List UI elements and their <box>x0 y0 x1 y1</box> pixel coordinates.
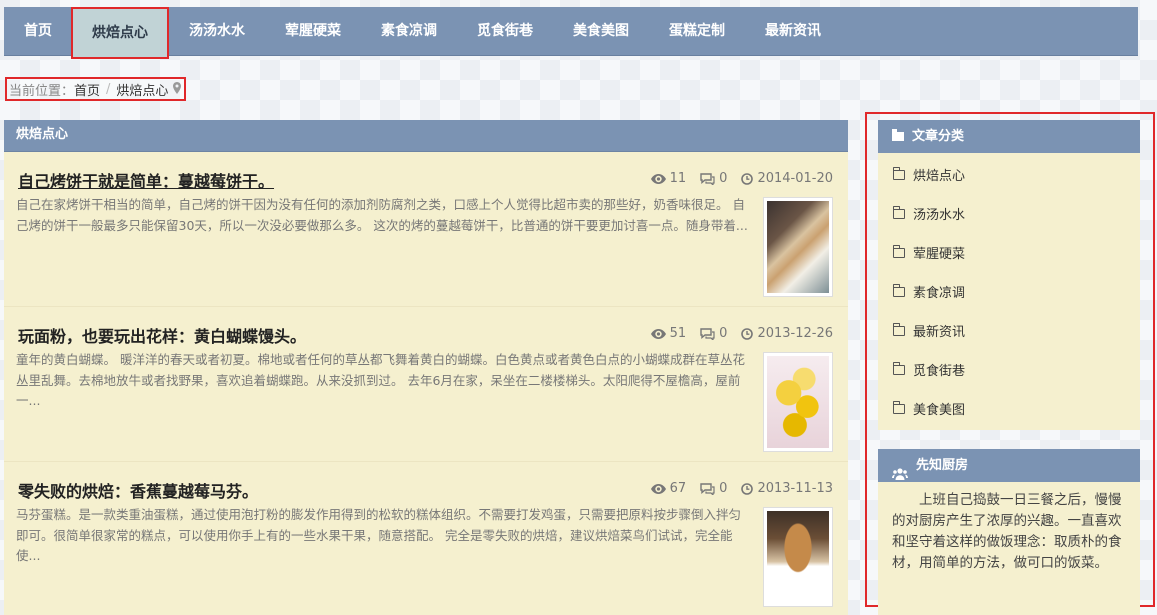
category-label: 荤腥硬菜 <box>913 247 966 262</box>
comments-icon[interactable] <box>700 172 715 185</box>
eye-icon <box>650 173 666 184</box>
category-label: 素食凉调 <box>913 286 966 301</box>
folder-open-icon <box>893 244 905 258</box>
folder-open-icon <box>893 322 905 336</box>
categories-heading: 文章分类 <box>878 120 1140 153</box>
category-label: 汤汤水水 <box>913 208 966 223</box>
nav-item-street-food[interactable]: 觅食街巷 <box>457 7 553 56</box>
categories-title: 文章分类 <box>912 128 965 144</box>
category-label: 最新资讯 <box>913 325 966 340</box>
category-link[interactable]: 最新资讯 <box>878 311 1140 350</box>
post-date: 2014-01-20 <box>757 171 833 186</box>
butterfly-bun-photo <box>767 356 829 448</box>
article-list-panel: 烘焙点心 自己烤饼干就是简单：蔓越莓饼干。 11 0 2014-01-20 自己… <box>4 120 848 615</box>
article-thumbnail[interactable] <box>763 197 833 297</box>
breadcrumb-current[interactable]: 烘焙点心 <box>116 80 168 99</box>
about-title: 先知厨房 <box>916 457 969 473</box>
view-count: 67 <box>669 481 687 496</box>
comment-count: 0 <box>719 326 728 341</box>
category-link[interactable]: 素食凉调 <box>878 272 1140 311</box>
muffin-photo <box>767 511 829 603</box>
article-thumbnail[interactable] <box>763 507 833 607</box>
category-list: 烘焙点心 汤汤水水 荤腥硬菜 素食凉调 最新资讯 觅食街巷 美食美图 <box>878 153 1140 428</box>
clock-icon <box>741 482 754 495</box>
article-summary: 马芬蛋糕。是一款类重油蛋糕，通过使用泡打粉的膨发作用得到的松软的糕体组织。不需要… <box>16 507 742 563</box>
article-meta: 11 0 2014-01-20 <box>650 171 833 186</box>
breadcrumb-separator: / <box>106 81 111 97</box>
panel-heading: 烘焙点心 <box>4 120 848 152</box>
about-text: 上班自己捣鼓一日三餐之后，慢慢的对厨房产生了浓厚的兴趣。一直喜欢和坚守着这样的做… <box>892 492 1122 571</box>
eye-icon <box>650 328 666 339</box>
comment-count: 0 <box>719 481 728 496</box>
folder-icon <box>892 129 904 141</box>
cookie-photo <box>767 201 829 293</box>
comments-icon[interactable] <box>700 482 715 495</box>
categories-panel: 文章分类 烘焙点心 汤汤水水 荤腥硬菜 素食凉调 最新资讯 觅食街巷 美食美图 <box>878 120 1140 430</box>
map-marker-icon <box>173 81 182 97</box>
article-title-link[interactable]: 零失败的烘焙：香蕉蔓越莓马芬。 <box>18 478 258 502</box>
article-title-link[interactable]: 自己烤饼干就是简单：蔓越莓饼干。 <box>18 168 274 192</box>
breadcrumb: 当前位置： 首页 / 烘焙点心 <box>5 77 187 101</box>
clock-icon <box>741 327 754 340</box>
category-label: 烘焙点心 <box>913 169 966 184</box>
comments-icon[interactable] <box>700 327 715 340</box>
breadcrumb-prefix: 当前位置： <box>9 83 75 99</box>
category-link[interactable]: 烘焙点心 <box>878 155 1140 194</box>
breadcrumb-home-link[interactable]: 首页 <box>74 80 100 99</box>
clock-icon <box>741 172 754 185</box>
folder-open-icon <box>893 205 905 219</box>
category-label: 觅食街巷 <box>913 364 966 379</box>
nav-item-baking[interactable]: 烘焙点心 <box>71 7 169 59</box>
article-item: 玩面粉，也要玩出花样：黄白蝴蝶馒头。 51 0 2013-12-26 童年的黄白… <box>4 307 848 462</box>
folder-open-icon <box>893 166 905 180</box>
folder-open-icon <box>893 400 905 414</box>
nav-item-food-photos[interactable]: 美食美图 <box>553 7 649 56</box>
view-count: 51 <box>669 326 687 341</box>
users-icon <box>892 460 908 480</box>
post-date: 2013-12-26 <box>757 326 833 341</box>
nav-item-home[interactable]: 首页 <box>4 7 71 56</box>
eye-icon <box>650 483 666 494</box>
view-count: 11 <box>669 171 687 186</box>
nav-item-soups[interactable]: 汤汤水水 <box>169 7 265 56</box>
article-summary: 童年的黄白蝴蝶。 暖洋洋的春天或者初夏。棉地或者任何的草丛都飞舞着黄白的蝴蝶。白… <box>16 352 745 408</box>
category-link[interactable]: 美食美图 <box>878 389 1140 428</box>
nav-item-vegetarian[interactable]: 素食凉调 <box>361 7 457 56</box>
about-heading: 先知厨房 <box>878 449 1140 482</box>
nav-item-custom-cakes[interactable]: 蛋糕定制 <box>649 7 745 56</box>
article-meta: 67 0 2013-11-13 <box>650 481 833 496</box>
folder-open-icon <box>893 283 905 297</box>
category-label: 美食美图 <box>913 403 966 418</box>
article-summary: 自己在家烤饼干相当的简单，自己烤的饼干因为没有任何的添加剂防腐剂之类，口感上个人… <box>16 197 748 233</box>
folder-open-icon <box>893 361 905 375</box>
article-title-link[interactable]: 玩面粉，也要玩出花样：黄白蝴蝶馒头。 <box>18 323 306 347</box>
about-panel: 先知厨房 上班自己捣鼓一日三餐之后，慢慢的对厨房产生了浓厚的兴趣。一直喜欢和坚守… <box>878 449 1140 615</box>
article-item: 零失败的烘焙：香蕉蔓越莓马芬。 67 0 2013-11-13 马芬蛋糕。是一款… <box>4 462 848 615</box>
category-link[interactable]: 觅食街巷 <box>878 350 1140 389</box>
main-nav: 首页 烘焙点心 汤汤水水 荤腥硬菜 素食凉调 觅食街巷 美食美图 蛋糕定制 最新… <box>4 7 1138 59</box>
article-meta: 51 0 2013-12-26 <box>650 326 833 341</box>
article-item: 自己烤饼干就是简单：蔓越莓饼干。 11 0 2014-01-20 自己在家烤饼干… <box>4 152 848 307</box>
nav-item-news[interactable]: 最新资讯 <box>745 7 841 56</box>
nav-item-meat-dishes[interactable]: 荤腥硬菜 <box>265 7 361 56</box>
category-link[interactable]: 汤汤水水 <box>878 194 1140 233</box>
comment-count: 0 <box>719 171 728 186</box>
category-link[interactable]: 荤腥硬菜 <box>878 233 1140 272</box>
post-date: 2013-11-13 <box>757 481 833 496</box>
article-thumbnail[interactable] <box>763 352 833 452</box>
